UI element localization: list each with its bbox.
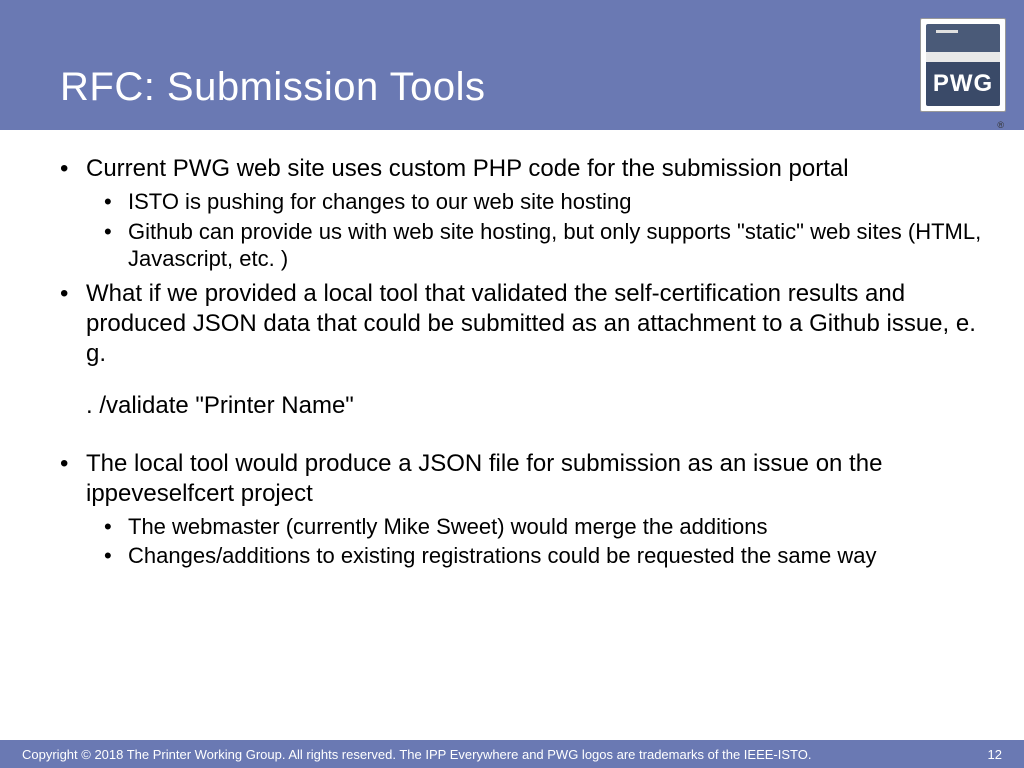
pwg-logo: PWG: [920, 18, 1006, 112]
list-item: Changes/additions to existing registrati…: [86, 542, 994, 570]
list-item: The local tool would produce a JSON file…: [30, 449, 994, 570]
list-item: What if we provided a local tool that va…: [30, 279, 994, 369]
slide-content: Current PWG web site uses custom PHP cod…: [0, 130, 1024, 740]
bullet-text: The local tool would produce a JSON file…: [86, 450, 882, 507]
sub-bullet-list: The webmaster (currently Mike Sweet) wou…: [86, 513, 994, 570]
pwg-logo-text: PWG: [926, 62, 1000, 106]
page-number: 12: [988, 747, 1002, 762]
list-item: ISTO is pushing for changes to our web s…: [86, 188, 994, 216]
code-example: . /validate "Printer Name": [30, 391, 994, 421]
bullet-text: Current PWG web site uses custom PHP cod…: [86, 155, 849, 182]
bullet-list: The local tool would produce a JSON file…: [30, 449, 994, 570]
list-item: Current PWG web site uses custom PHP cod…: [30, 154, 994, 273]
registered-mark: ®: [997, 120, 1004, 130]
sub-bullet-list: ISTO is pushing for changes to our web s…: [86, 188, 994, 273]
list-item: The webmaster (currently Mike Sweet) wou…: [86, 513, 994, 541]
bullet-text: What if we provided a local tool that va…: [86, 280, 976, 367]
bullet-list: Current PWG web site uses custom PHP cod…: [30, 154, 994, 369]
slide-header: RFC: Submission Tools PWG ®: [0, 0, 1024, 130]
list-item: Github can provide us with web site host…: [86, 218, 994, 273]
slide-title: RFC: Submission Tools: [60, 65, 485, 110]
copyright-text: Copyright © 2018 The Printer Working Gro…: [22, 747, 811, 762]
slide-footer: Copyright © 2018 The Printer Working Gro…: [0, 740, 1024, 768]
pwg-logo-icon: [926, 24, 1000, 62]
